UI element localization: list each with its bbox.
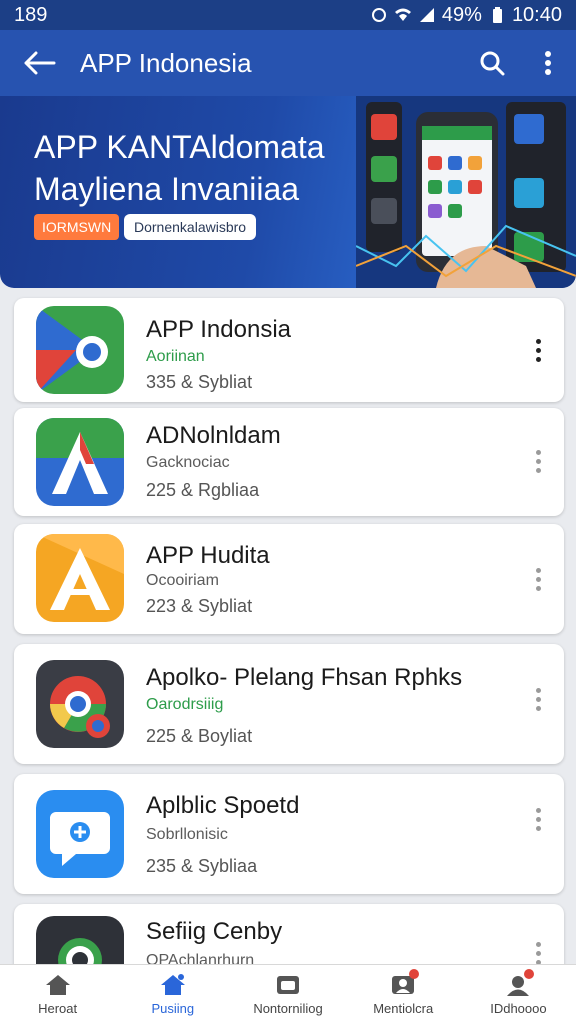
app-category: Gacknociac (146, 454, 230, 471)
banner-line-1: APP KANTAldomata (34, 129, 325, 165)
status-right: 49% 10:40 (370, 4, 562, 27)
app-category: Ocooiriam (146, 572, 219, 589)
nav-label: Pusiing (151, 1001, 195, 1016)
app-name: Apolko- Plelang Fhsan Rphks (146, 664, 463, 691)
banner-tag-white[interactable]: Dornenkalawisbro (124, 214, 257, 240)
search-button[interactable] (464, 30, 520, 96)
app-more-button[interactable] (526, 446, 550, 476)
back-button[interactable] (0, 30, 80, 96)
app-meta: 335 & Sybliat (146, 372, 253, 392)
nav-item-home[interactable]: Heroat (0, 965, 115, 1024)
app-meta: 235 & Sybliaa (146, 856, 258, 876)
promo-banner[interactable]: APP KANTAldomata Mayliena Invaniiaa IORM… (0, 96, 576, 288)
app-name: Sefiig Cenby (146, 918, 283, 945)
app-card[interactable]: Aplblic Spoetd Sobrllonisic 235 & Syblia… (14, 774, 564, 894)
search-icon (480, 51, 505, 76)
app-more-button[interactable] (526, 684, 550, 714)
nav-label: Mentiolcra (373, 1001, 434, 1016)
notification-badge (524, 969, 535, 979)
app-name: APP Hudita (146, 542, 270, 569)
app-name: APP Indonsia (146, 316, 291, 343)
app-name: Aplblic Spoetd (146, 792, 300, 819)
app-more-button[interactable] (526, 804, 550, 834)
notification-badge (409, 969, 420, 979)
app-card[interactable]: APP Hudita Ocooiriam 223 & Sybliat (14, 524, 564, 634)
status-clock: 10:40 (511, 3, 562, 26)
sync-icon (371, 8, 386, 22)
status-time-left: 189 (14, 3, 48, 26)
overflow-menu-button[interactable] (520, 30, 576, 96)
more-vertical-icon (545, 51, 551, 75)
user-badge-icon (504, 969, 535, 997)
banner-tag-orange[interactable]: IORMSWN (34, 214, 120, 240)
status-bar: 189 49% 10:40 (0, 0, 576, 30)
page-title: APP Indonesia (80, 47, 252, 78)
phone-illustration (356, 96, 576, 288)
app-more-button[interactable] (526, 564, 550, 594)
app-more-button[interactable] (526, 335, 550, 365)
battery-icon (492, 7, 502, 23)
nav-item-store[interactable]: Pusiing (115, 965, 230, 1024)
banner-title: APP KANTAldomata Mayliena Invaniiaa (34, 126, 364, 210)
nav-item-messages[interactable]: Mentiolcra (346, 965, 461, 1024)
wifi-icon (394, 8, 411, 21)
nav-label: Heroat (38, 1001, 78, 1016)
app-card[interactable]: ADNolnldam Gacknociac 225 & Rgbliaa (14, 408, 564, 516)
nav-item-monitoring[interactable]: Nontorniliog (230, 965, 345, 1024)
app-icon-4 (36, 660, 124, 748)
app-category: Sobrllonisic (146, 826, 228, 843)
folder-icon (277, 976, 299, 994)
app-icon-5 (36, 790, 124, 878)
app-card[interactable]: Apolko- Plelang Fhsan Rphks Oarodrsiiig … (14, 644, 564, 764)
app-meta: 225 & Boyliat (146, 726, 253, 746)
app-card[interactable]: APP Indonsia Aoriinan 335 & Sybliat (14, 298, 564, 402)
signal-icon (419, 8, 434, 22)
person-badge-icon (389, 969, 420, 997)
nav-item-profile[interactable]: IDdhoooo (461, 965, 576, 1024)
battery-percent: 49% (441, 3, 482, 26)
app-meta: 225 & Rgbliaa (146, 480, 260, 500)
app-name: ADNolnldam (146, 422, 281, 449)
app-icon-1 (36, 306, 124, 394)
nav-label: IDdhoooo (490, 1001, 547, 1016)
app-meta: 223 & Sybliat (146, 596, 253, 616)
store-icon (160, 974, 185, 995)
nav-label: Nontorniliog (253, 1001, 323, 1016)
arrow-left-icon (24, 51, 56, 75)
bottom-navigation: Heroat Pusiing Nontorniliog Mentiolcra I… (0, 964, 576, 1024)
app-category: Aoriinan (146, 348, 205, 365)
app-icon-2 (36, 418, 124, 506)
home-icon (45, 975, 70, 995)
banner-line-2: Mayliena Invaniiaa (34, 171, 300, 207)
app-icon-3 (36, 534, 124, 622)
app-bar: APP Indonesia (0, 30, 576, 96)
app-category: Oarodrsiiig (146, 696, 224, 713)
